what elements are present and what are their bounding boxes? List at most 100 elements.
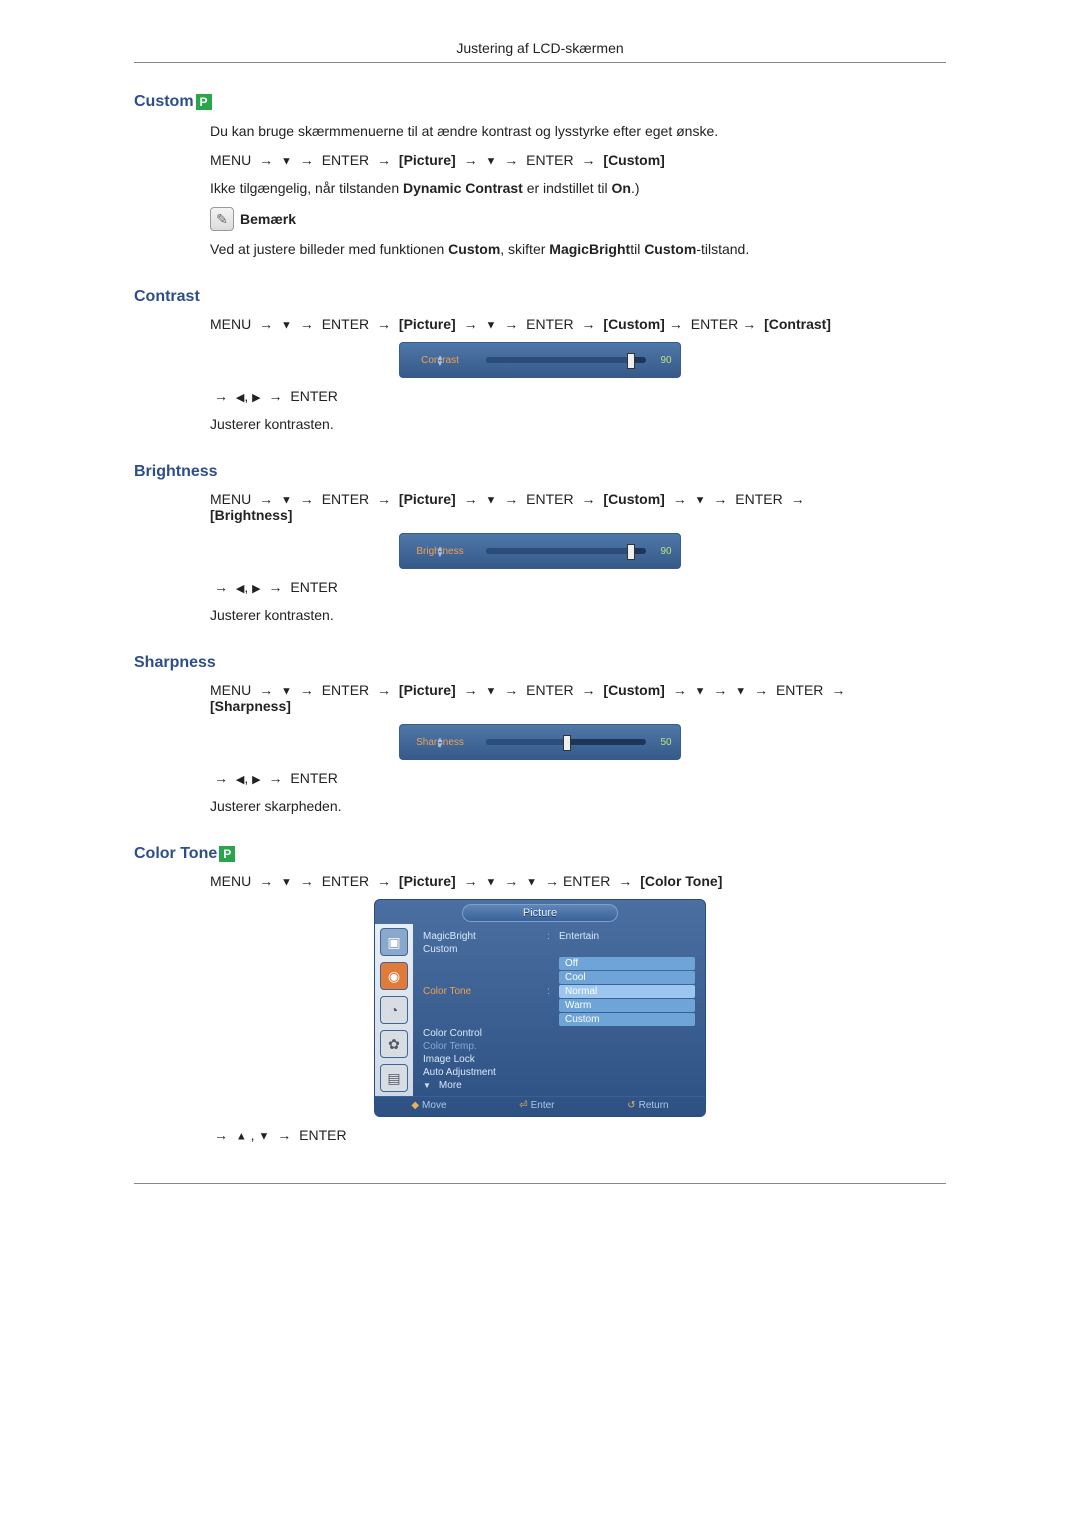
section-colortone-title-text: Color Tone [134, 845, 217, 862]
down-triangle-icon: ▼ [486, 155, 497, 167]
section-contrast-title: Contrast [134, 288, 946, 306]
osd-item-value: Entertain [559, 931, 695, 942]
sharpness-adjust-path: → ◀, ▶ → ENTER [210, 770, 946, 786]
arrow-icon: → [827, 682, 849, 698]
osd-item-colortemp: Color Temp. [423, 1040, 695, 1053]
enter-label: ENTER [299, 1127, 346, 1143]
section-colortone-title: Color ToneP [134, 845, 946, 863]
arrow-icon: → [460, 682, 482, 698]
arrow-icon: → [669, 682, 691, 698]
osd-footer-return-text: Return [639, 1100, 669, 1111]
nt-pre: Ved at justere billeder med funktionen [210, 241, 448, 257]
arrow-icon: → [265, 770, 287, 786]
enter-label: ENTER [691, 316, 738, 332]
arrow-icon: → [265, 388, 287, 404]
arrow-icon: → [265, 579, 287, 595]
enter-label: ENTER [322, 873, 369, 889]
arrow-icon: → [787, 491, 809, 507]
arrow-icon: → [296, 873, 318, 889]
picture-token: [Picture] [399, 491, 456, 507]
osd-item-label: Auto Adjustment [423, 1067, 543, 1078]
arrow-icon: → [373, 316, 395, 332]
arrow-icon: → [460, 152, 482, 168]
down-triangle-icon: ▼ [486, 685, 497, 697]
osd-slider-label: ▲ Brightness ▼ [400, 546, 480, 557]
osd-option-off: Off [559, 957, 695, 970]
picture-icon: ◉ [380, 962, 408, 990]
arrow-icon: → [500, 316, 522, 332]
down-triangle-icon: ▼ [281, 876, 292, 888]
page-header: Justering af LCD-skærmen [134, 40, 946, 63]
down-triangle-icon: ▼ [281, 494, 292, 506]
osd-thumb [627, 353, 635, 369]
brightness-token: [Brightness] [210, 507, 292, 523]
custom-intro: Du kan bruge skærmmenuerne til at ændre … [210, 121, 946, 142]
osd-list: MagicBright : Entertain Custom Color Ton… [413, 924, 705, 1096]
osd-item-colorcontrol: Color Control [423, 1027, 695, 1040]
right-triangle-icon: ▶ [252, 583, 260, 595]
osd-track [486, 357, 646, 363]
arrow-icon: → [296, 152, 318, 168]
osd-item-label: Color Control [423, 1028, 543, 1039]
down-triangle-icon: ▼ [526, 876, 537, 888]
arrow-icon: → [273, 1127, 295, 1143]
custom-token: [Custom] [603, 316, 664, 332]
multiscreen-icon: ▤ [380, 1064, 408, 1092]
enter-label: ENTER [526, 491, 573, 507]
arrow-icon: → [255, 152, 277, 168]
up-triangle-icon: ▲ [236, 1130, 247, 1142]
contrast-desc: Justerer kontrasten. [210, 414, 946, 435]
osd-value: 50 [652, 737, 680, 748]
osd-item-imagelock: Image Lock [423, 1053, 695, 1066]
enter-label: ENTER [322, 491, 369, 507]
osd-item-label: Color Tone [423, 986, 543, 997]
arrow-icon: → [255, 316, 277, 332]
na-dc: Dynamic Contrast [403, 180, 523, 196]
return-icon: ↺ [627, 1100, 635, 1111]
osd-item-colortone: Color Tone : Off Cool Normal Warm Custom [423, 956, 695, 1027]
page-footer-rule [134, 1183, 946, 1185]
na-mid: er indstillet til [523, 180, 612, 196]
osd-slider-label: ▲ Sharpness ▼ [400, 737, 480, 748]
arrow-icon: → [709, 491, 731, 507]
page: Justering af LCD-skærmen CustomP Du kan … [134, 0, 946, 1245]
arrow-icon: → [500, 152, 522, 168]
section-custom-title-text: Custom [134, 93, 194, 110]
menu-label: MENU [210, 491, 251, 507]
osd-sep: : [547, 986, 555, 997]
osd-option-custom: Custom [559, 1013, 695, 1026]
custom-not-available: Ikke tilgængelig, når tilstanden Dynamic… [210, 178, 946, 199]
arrow-icon: → [373, 152, 395, 168]
arrow-icon: → [296, 316, 318, 332]
arrow-icon: → [373, 682, 395, 698]
enter-label: ENTER [322, 316, 369, 332]
enter-icon: ⏎ [519, 1100, 527, 1111]
note-row: ✎ Bemærk [210, 207, 946, 231]
osd-option-normal: Normal [559, 985, 695, 998]
right-triangle-icon: ▶ [252, 774, 260, 786]
enter-label: ENTER [776, 682, 823, 698]
down-triangle-icon: ▼ [695, 494, 706, 506]
arrow-icon: → [750, 682, 772, 698]
custom-note-text: Ved at justere billeder med funktionen C… [210, 239, 946, 260]
arrow-icon: → [500, 682, 522, 698]
contrast-adjust-path: → ◀, ▶ → ENTER [210, 388, 946, 404]
osd-slider-inner: ▲ Contrast ▼ 90 [400, 343, 680, 377]
brightness-desc: Justerer kontrasten. [210, 605, 946, 626]
nt-post: -tilstand. [696, 241, 749, 257]
osd-item-more: ▼ More [423, 1079, 695, 1092]
osd-slider-inner: ▲ Brightness ▼ 90 [400, 534, 680, 568]
osd-sep: : [547, 931, 555, 942]
enter-label: ENTER [563, 873, 610, 889]
nt-custom2: Custom [644, 241, 696, 257]
osd-item-label: More [439, 1080, 462, 1091]
note-icon: ✎ [210, 207, 234, 231]
p-badge-icon: P [196, 94, 212, 110]
enter-label: ENTER [322, 152, 369, 168]
picture-token: [Picture] [399, 873, 456, 889]
menu-label: MENU [210, 873, 251, 889]
colortone-token: [Color Tone] [640, 873, 722, 889]
custom-token: [Custom] [603, 491, 664, 507]
arrow-icon: → [296, 682, 318, 698]
arrow-icon: → [541, 873, 563, 889]
